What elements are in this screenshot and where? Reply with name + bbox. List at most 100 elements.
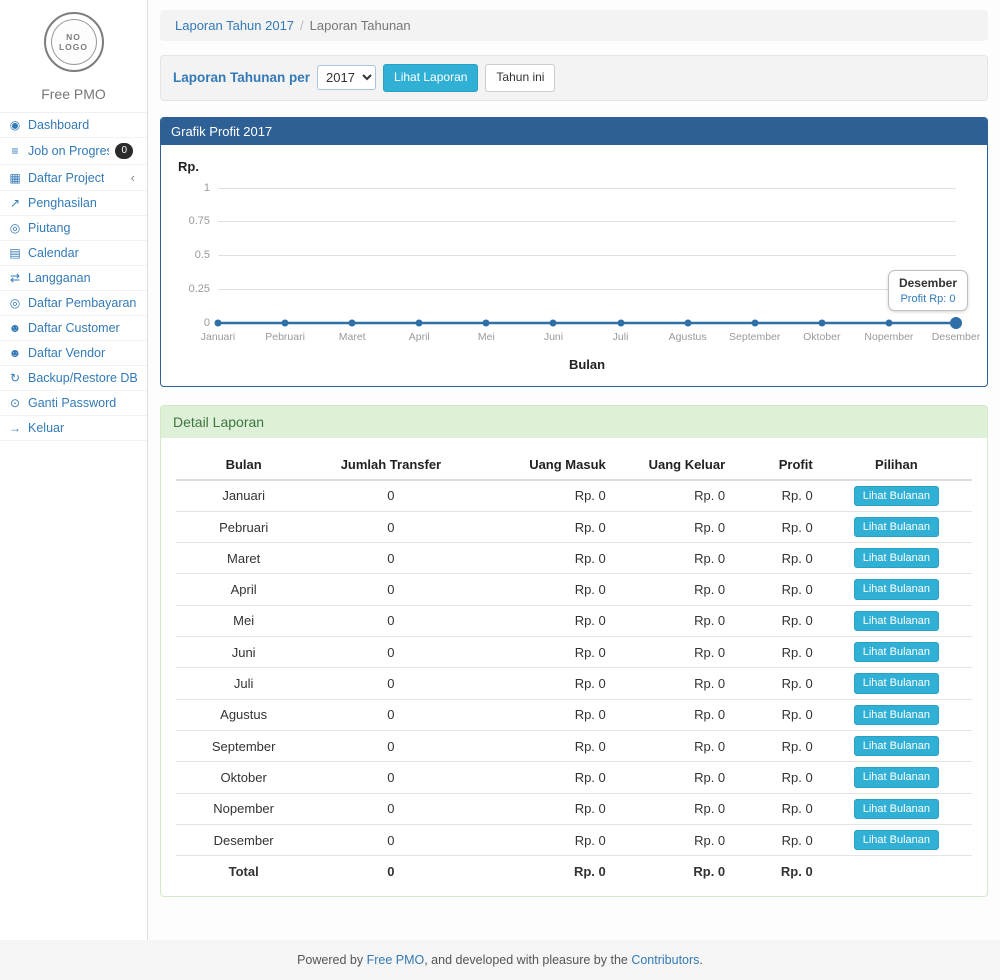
data-point-desember[interactable] — [950, 317, 962, 329]
count-badge: 0 — [115, 143, 133, 159]
sidebar-item-label: Calendar — [28, 246, 79, 260]
cell: Rp. 0 — [733, 574, 821, 605]
table-icon: ▦ — [8, 171, 22, 185]
lihat-bulanan-button[interactable]: Lihat Bulanan — [854, 705, 939, 725]
sidebar-item-backup-restore-db[interactable]: ↻Backup/Restore DB — [0, 366, 147, 391]
data-point-april[interactable] — [416, 319, 423, 326]
sidebar-item-penghasilan[interactable]: ↗Penghasilan — [0, 191, 147, 216]
tahun-ini-button[interactable]: Tahun ini — [485, 64, 555, 92]
cell: Rp. 0 — [614, 605, 733, 636]
y-axis-title: Rp. — [178, 159, 972, 174]
total-cell: Rp. 0 — [614, 856, 733, 885]
table-total-row: Total0Rp. 0Rp. 0Rp. 0 — [176, 856, 972, 885]
sidebar-item-daftar-vendor[interactable]: ☻Daftar Vendor — [0, 341, 147, 366]
lihat-bulanan-button[interactable]: Lihat Bulanan — [854, 579, 939, 599]
sidebar-item-label: Ganti Password — [28, 396, 116, 410]
cell: Maret — [176, 543, 311, 574]
cell: Mei — [176, 605, 311, 636]
data-point-agustus[interactable] — [684, 319, 691, 326]
cell: Rp. 0 — [733, 668, 821, 699]
year-select[interactable]: 2017 — [317, 65, 376, 90]
sidebar-item-keluar[interactable]: →Keluar — [0, 416, 147, 441]
data-point-juni[interactable] — [550, 319, 557, 326]
sidebar-item-label: Daftar Vendor — [28, 346, 105, 360]
data-point-oktober[interactable] — [818, 319, 825, 326]
cell: Rp. 0 — [733, 511, 821, 542]
sidebar-item-daftar-pembayaran[interactable]: ◎Daftar Pembayaran — [0, 291, 147, 316]
cell: Rp. 0 — [471, 730, 614, 761]
table-row: Nopember0Rp. 0Rp. 0Rp. 0Lihat Bulanan — [176, 793, 972, 824]
eye-icon: ◎ — [8, 296, 22, 310]
data-point-mei[interactable] — [483, 319, 490, 326]
cell: Januari — [176, 480, 311, 512]
free-pmo-link[interactable]: Free PMO — [367, 953, 425, 967]
cell: 0 — [311, 730, 470, 761]
y-tick-label: 0.25 — [189, 283, 210, 295]
sidebar-item-calendar[interactable]: ▤Calendar — [0, 241, 147, 266]
contributors-link[interactable]: Contributors — [631, 953, 699, 967]
lihat-bulanan-button[interactable]: Lihat Bulanan — [854, 799, 939, 819]
cell: 0 — [311, 574, 470, 605]
y-tick-label: 0.5 — [195, 249, 210, 261]
sidebar-item-label: Penghasilan — [28, 196, 97, 210]
table-row: Mei0Rp. 0Rp. 0Rp. 0Lihat Bulanan — [176, 605, 972, 636]
x-axis-title: Bulan — [218, 357, 956, 372]
sidebar-item-daftar-project[interactable]: ▦Daftar Project‹ — [0, 165, 147, 191]
sidebar-item-label: Piutang — [28, 221, 70, 235]
sidebar-item-daftar-customer[interactable]: ☻Daftar Customer — [0, 316, 147, 341]
y-tick-label: 1 — [204, 182, 210, 194]
data-point-juli[interactable] — [617, 319, 624, 326]
lihat-bulanan-button[interactable]: Lihat Bulanan — [854, 642, 939, 662]
cell: 0 — [311, 824, 470, 855]
breadcrumb-link[interactable]: Laporan Tahun 2017 — [175, 18, 294, 33]
table-row: Juli0Rp. 0Rp. 0Rp. 0Lihat Bulanan — [176, 668, 972, 699]
lihat-bulanan-button[interactable]: Lihat Bulanan — [854, 517, 939, 537]
data-point-september[interactable] — [751, 319, 758, 326]
sidebar-item-ganti-password[interactable]: ⊙Ganti Password — [0, 391, 147, 416]
lihat-laporan-button[interactable]: Lihat Laporan — [383, 64, 478, 92]
table-row: Maret0Rp. 0Rp. 0Rp. 0Lihat Bulanan — [176, 543, 972, 574]
lihat-bulanan-button[interactable]: Lihat Bulanan — [854, 548, 939, 568]
lihat-bulanan-button[interactable]: Lihat Bulanan — [854, 767, 939, 787]
x-tick-label: Pebruari — [265, 331, 305, 343]
sidebar-item-dashboard[interactable]: ◉Dashboard — [0, 113, 147, 138]
lihat-bulanan-button[interactable]: Lihat Bulanan — [854, 736, 939, 756]
footer-text: Powered by — [297, 953, 366, 967]
cell: Pebruari — [176, 511, 311, 542]
sidebar-item-label: Dashboard — [28, 118, 89, 132]
cell: 0 — [311, 605, 470, 636]
table-row: Januari0Rp. 0Rp. 0Rp. 0Lihat Bulanan — [176, 480, 972, 512]
sidebar-item-label: Daftar Customer — [28, 321, 120, 335]
total-cell: 0 — [311, 856, 470, 885]
x-tick-label: Maret — [339, 331, 366, 343]
report-table-body: Januari0Rp. 0Rp. 0Rp. 0Lihat BulananPebr… — [176, 480, 972, 885]
data-point-januari[interactable] — [215, 319, 222, 326]
lihat-bulanan-button[interactable]: Lihat Bulanan — [854, 611, 939, 631]
x-axis-labels: JanuariPebruariMaretAprilMeiJuniJuliAgus… — [218, 331, 956, 345]
detail-panel-title: Detail Laporan — [161, 406, 987, 438]
sign-out-icon: → — [8, 421, 22, 435]
table-row: September0Rp. 0Rp. 0Rp. 0Lihat Bulanan — [176, 730, 972, 761]
data-point-pebruari[interactable] — [282, 319, 289, 326]
lihat-bulanan-button[interactable]: Lihat Bulanan — [854, 830, 939, 850]
cell: 0 — [311, 762, 470, 793]
cell: Rp. 0 — [733, 605, 821, 636]
x-tick-label: Nopember — [864, 331, 913, 343]
lihat-bulanan-button[interactable]: Lihat Bulanan — [854, 486, 939, 506]
sidebar-item-job-on-progress[interactable]: ≡Job on Progress0 — [0, 138, 147, 165]
main-content: Laporan Tahun 2017/Laporan Tahunan Lapor… — [148, 0, 1000, 940]
breadcrumb: Laporan Tahun 2017/Laporan Tahunan — [160, 10, 988, 41]
refresh-icon: ↻ — [8, 371, 22, 385]
sidebar-item-piutang[interactable]: ◎Piutang — [0, 216, 147, 241]
filter-label: Laporan Tahunan per — [173, 70, 310, 85]
lihat-bulanan-button[interactable]: Lihat Bulanan — [854, 673, 939, 693]
chart-plot-row: 00.250.50.751 Desember Profit Rp: 0 — [176, 188, 972, 323]
data-point-maret[interactable] — [349, 319, 356, 326]
cell: Juni — [176, 637, 311, 668]
footer-text: . — [699, 953, 702, 967]
total-cell: Rp. 0 — [471, 856, 614, 885]
cell: Rp. 0 — [471, 543, 614, 574]
x-tick-label: Mei — [478, 331, 495, 343]
data-point-nopember[interactable] — [885, 319, 892, 326]
sidebar-item-langganan[interactable]: ⇄Langganan — [0, 266, 147, 291]
